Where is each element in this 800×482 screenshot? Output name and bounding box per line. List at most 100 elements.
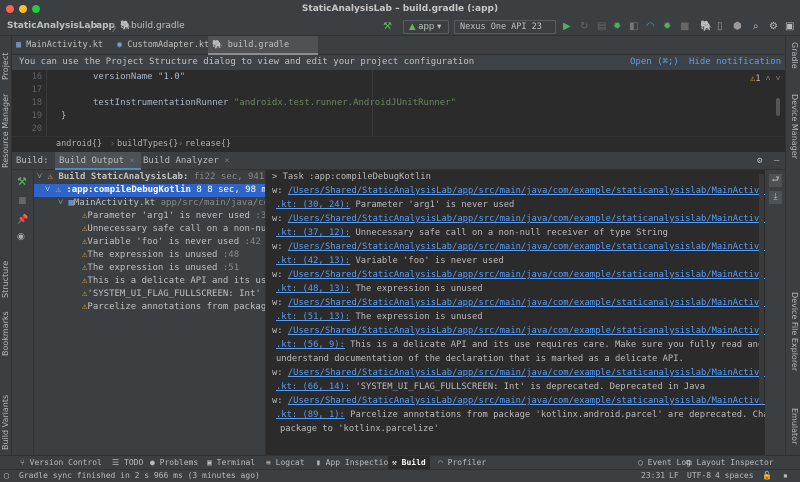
tooltab-label: TODO xyxy=(124,458,144,467)
tool-gradle[interactable]: Gradle xyxy=(790,42,799,69)
minimize-window-button[interactable] xyxy=(19,5,27,13)
build-console[interactable]: > Task :app:compileDebugKotlin w: /Users… xyxy=(265,170,765,455)
sync-gradle-icon[interactable]: 🐘 xyxy=(700,21,712,33)
layout-icon[interactable]: ▣ xyxy=(785,21,794,33)
tool-bookmarks[interactable]: Bookmarks xyxy=(1,311,10,356)
tab-label: Build Output xyxy=(59,156,125,166)
close-window-button[interactable] xyxy=(6,5,14,13)
tab-build-output[interactable]: Build Output × xyxy=(55,152,141,170)
code-editor[interactable]: 16 versionName "1.0" 17 18 testInstrumen… xyxy=(12,70,785,136)
soft-wrap-icon[interactable]: ⮐ xyxy=(769,174,782,187)
location-link[interactable]: .kt: (66, 14): xyxy=(276,382,350,392)
tool-structure[interactable]: Structure xyxy=(1,261,10,298)
pin-icon[interactable]: 📌 xyxy=(17,215,28,225)
breadcrumb-file[interactable]: build.gradle xyxy=(131,21,185,31)
tooltab-problems[interactable]: ● Problems xyxy=(146,456,202,469)
location-link[interactable]: .kt: (37, 12): xyxy=(276,228,350,238)
debug-icon[interactable]: ✹ xyxy=(613,21,621,33)
rebuild-hammer-icon[interactable]: ⚒ xyxy=(17,175,27,188)
tree-row-warning[interactable]: ⚠This is a delicate API and its use xyxy=(34,275,265,288)
location-link[interactable]: .kt: (30, 24): xyxy=(276,200,350,210)
tooltab-layout-inspector[interactable]: ⧉ Layout Inspector xyxy=(682,456,778,469)
console-scrollbar[interactable] xyxy=(759,174,764,404)
attach-debugger-icon[interactable]: ◧ xyxy=(629,21,638,33)
search-icon[interactable]: ⌕ xyxy=(753,21,759,33)
profile-icon[interactable]: ◠ xyxy=(646,21,655,33)
tab-build-gradle[interactable]: 🐘 build.gradle (:app) × xyxy=(208,36,318,68)
status-toggle-icon[interactable]: ▢ xyxy=(4,470,9,482)
line-separator[interactable]: LF xyxy=(669,470,679,482)
file-link[interactable]: /Users/Shared/StaticAnalysisLab/app/src/… xyxy=(288,396,765,406)
stop-icon[interactable]: ■ xyxy=(18,196,27,206)
inspection-widget[interactable]: ⚠1 ˄ ˅ xyxy=(750,73,780,84)
tree-row-warning[interactable]: ⚠Unnecessary safe call on a non-null xyxy=(34,223,265,236)
location-link[interactable]: .kt: (51, 13): xyxy=(276,312,350,322)
tooltab-app-inspection[interactable]: ▮ App Inspection xyxy=(312,456,397,469)
file-link[interactable]: /Users/Shared/StaticAnalysisLab/app/src/… xyxy=(288,270,765,280)
open-link[interactable]: Open (⌘;) xyxy=(630,55,679,70)
file-link[interactable]: /Users/Shared/StaticAnalysisLab/app/src/… xyxy=(288,368,765,378)
tree-row-warning[interactable]: ⚠Variable 'foo' is never used :42 xyxy=(34,236,265,249)
file-link[interactable]: /Users/Shared/StaticAnalysisLab/app/src/… xyxy=(288,326,765,336)
status-message[interactable]: Gradle sync finished in 2 s 966 ms (3 mi… xyxy=(19,470,260,482)
hide-notification-link[interactable]: Hide notification xyxy=(689,55,781,70)
file-link[interactable]: /Users/Shared/StaticAnalysisLab/app/src/… xyxy=(288,214,765,224)
tree-row-warning[interactable]: ⚠Parcelize annotations from package xyxy=(34,301,265,314)
maximize-window-button[interactable] xyxy=(32,5,40,13)
tree-row-build[interactable]: ˅ ⚠ Build StaticAnalysisLab: fi22 sec, 9… xyxy=(34,171,265,184)
scroll-to-end-icon[interactable]: ⤓ xyxy=(769,191,782,204)
build-hammer-icon[interactable]: ⚒ xyxy=(383,21,392,33)
stop-icon[interactable]: ■ xyxy=(680,21,689,33)
tool-device-file-explorer[interactable]: Device File Explorer xyxy=(790,292,799,371)
tool-resource-manager[interactable]: Resource Manager xyxy=(1,94,10,168)
tool-emulator[interactable]: Emulator xyxy=(790,408,799,444)
file-link[interactable]: /Users/Shared/StaticAnalysisLab/app/src/… xyxy=(288,298,765,308)
tooltab-logcat[interactable]: ≡ Logcat xyxy=(262,456,309,469)
tool-build-variants[interactable]: Build Variants xyxy=(1,395,10,450)
tab-customadapter[interactable]: ◉ CustomAdapter.kt × xyxy=(113,36,211,68)
file-link[interactable]: /Users/Shared/StaticAnalysisLab/app/src/… xyxy=(288,186,765,196)
tool-project[interactable]: Project xyxy=(1,53,10,80)
gear-icon[interactable]: ⚙ xyxy=(769,21,778,33)
tooltab-build[interactable]: ⚒ Build xyxy=(388,456,430,469)
tooltab-version-control[interactable]: ⑂ Version Control xyxy=(16,456,106,469)
gear-icon[interactable]: ⚙ xyxy=(757,152,762,170)
debug-attach-icon[interactable]: ✹ xyxy=(663,21,671,33)
memory-indicator-icon[interactable]: ▪ xyxy=(783,470,788,482)
tooltab-profiler[interactable]: ◠ Profiler xyxy=(434,456,490,469)
crumb-buildtypes[interactable]: buildTypes{} xyxy=(117,137,178,152)
tree-row-warning[interactable]: ⚠'SYSTEM_UI_FLAG_FULLSCREEN: Int' is xyxy=(34,288,265,301)
tree-row-warning[interactable]: ⚠Parameter 'arg1' is never used :30 xyxy=(34,210,265,223)
minimize-icon[interactable]: — xyxy=(774,152,779,170)
tab-build-analyzer[interactable]: Build Analyzer × xyxy=(143,152,230,170)
location-link[interactable]: .kt: (89, 1): xyxy=(276,410,345,420)
crumb-android[interactable]: android{} xyxy=(56,137,102,152)
tooltab-terminal[interactable]: ▣ Terminal xyxy=(203,456,259,469)
location-link[interactable]: .kt: (48, 13): xyxy=(276,284,350,294)
indent-setting[interactable]: 4 spaces xyxy=(715,470,754,482)
crumb-release[interactable]: release{} xyxy=(185,137,231,152)
breadcrumb-project[interactable]: StaticAnalysisLab xyxy=(7,21,97,31)
tree-row-warning[interactable]: ⚠The expression is unused :51 xyxy=(34,262,265,275)
location-link[interactable]: .kt: (42, 13): xyxy=(276,256,350,266)
lock-icon[interactable]: 🔓 xyxy=(762,470,772,482)
file-link[interactable]: /Users/Shared/StaticAnalysisLab/app/src/… xyxy=(288,242,765,252)
location-link[interactable]: .kt: (56, 9): xyxy=(276,340,345,350)
file-encoding[interactable]: UTF-8 xyxy=(687,470,711,482)
run-config-select[interactable]: ▲ app ▾ xyxy=(403,20,449,34)
run-icon[interactable]: ▶ xyxy=(563,21,571,33)
sdk-manager-icon[interactable]: ⬢ xyxy=(733,21,742,33)
tab-mainactivity[interactable]: ▦ MainActivity.kt × xyxy=(12,36,109,68)
editor-scrollbar[interactable] xyxy=(776,98,780,116)
caret-position[interactable]: 23:31 xyxy=(641,470,665,482)
device-manager-icon[interactable]: ▯ xyxy=(717,21,723,33)
apply-code-changes-icon[interactable]: ▤ xyxy=(597,21,606,33)
eye-icon[interactable]: ◉ xyxy=(17,232,25,242)
tooltab-todo[interactable]: ☰ TODO xyxy=(108,456,147,469)
tree-row-file[interactable]: ˅ ▦MainActivity.kt app/src/main/java/com xyxy=(34,197,265,210)
tool-device-manager[interactable]: Device Manager xyxy=(790,94,799,159)
apply-changes-icon[interactable]: ↻ xyxy=(580,21,588,33)
tree-row-warning[interactable]: ⚠The expression is unused :48 xyxy=(34,249,265,262)
tree-row-task[interactable]: ˅ ⚠ :app:compileDebugKotlin 8 8 sec, 98 … xyxy=(34,184,265,197)
device-select[interactable]: Nexus One API 23 ▾ xyxy=(454,20,556,44)
